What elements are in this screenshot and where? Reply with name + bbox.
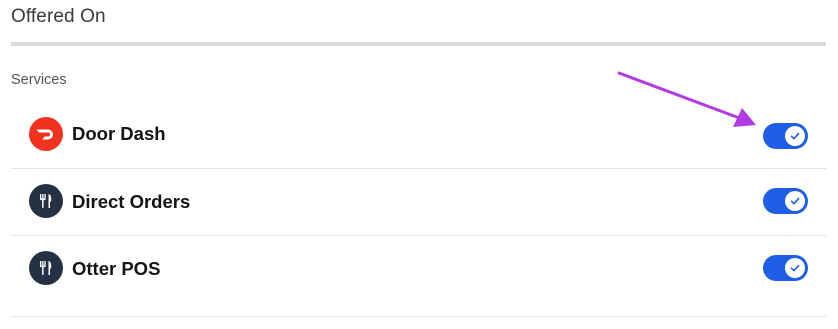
services-label: Services — [11, 72, 67, 88]
check-icon — [790, 197, 800, 205]
door-dash-toggle[interactable] — [763, 123, 808, 149]
service-row-direct-orders: Direct Orders — [11, 170, 826, 236]
service-name: Direct Orders — [72, 191, 191, 212]
service-name: Door Dash — [72, 123, 166, 144]
fork-knife-icon — [29, 251, 63, 285]
toggle-knob — [785, 258, 805, 278]
direct-orders-toggle[interactable] — [763, 188, 808, 214]
service-row-otter-pos: Otter POS — [11, 237, 826, 303]
service-row-door-dash: Door Dash — [11, 103, 826, 169]
section-title: Offered On — [11, 6, 106, 27]
service-name: Otter POS — [72, 258, 161, 279]
check-icon — [790, 132, 800, 140]
check-icon — [790, 264, 800, 272]
bottom-divider — [11, 316, 826, 317]
toggle-knob — [785, 191, 805, 211]
fork-knife-icon — [29, 184, 63, 218]
otter-pos-toggle[interactable] — [763, 255, 808, 281]
doordash-logo-icon — [29, 117, 63, 151]
toggle-knob — [785, 126, 805, 146]
title-divider — [11, 42, 826, 46]
